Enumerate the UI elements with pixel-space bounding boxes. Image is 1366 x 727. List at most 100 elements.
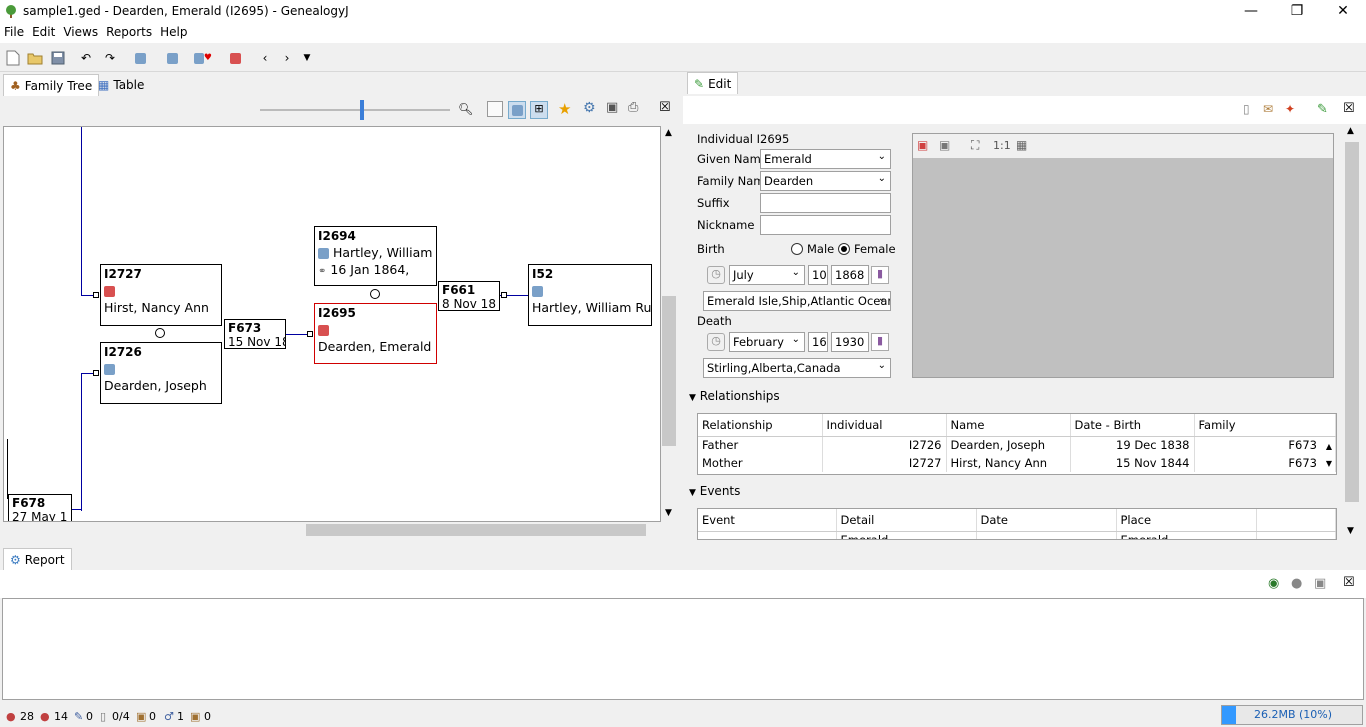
female-radio[interactable] bbox=[838, 243, 850, 255]
birth-place-field[interactable]: Emerald Isle,Ship,Atlantic Ocean ⌄ bbox=[703, 291, 891, 311]
expand-handle[interactable] bbox=[93, 370, 99, 376]
edit-source-icon[interactable]: ✦ bbox=[1285, 102, 1295, 116]
family-node-F661[interactable]: F661 8 Nov 18 bbox=[438, 281, 500, 311]
scroll-thumb[interactable] bbox=[662, 296, 676, 446]
remove-image-icon[interactable]: ▣ bbox=[939, 138, 950, 152]
relatives-icon[interactable] bbox=[226, 49, 244, 67]
chevron-down-icon[interactable]: ⌄ bbox=[878, 293, 886, 304]
events-section-header[interactable]: ▼ Events bbox=[689, 484, 740, 498]
magnifier-icon[interactable]: 🔍︎ bbox=[458, 102, 473, 116]
chevron-down-icon[interactable]: ⌄ bbox=[792, 267, 800, 278]
clock-icon[interactable]: ◷ bbox=[707, 333, 725, 351]
collapse-icon[interactable]: ▼ bbox=[689, 488, 696, 498]
death-year-field[interactable]: 1930 bbox=[831, 332, 869, 352]
column-header[interactable]: Date - Birth bbox=[1070, 414, 1195, 437]
print-icon[interactable]: ⎙ bbox=[628, 100, 638, 115]
fit-image-icon[interactable]: ⛶ bbox=[971, 138, 979, 153]
menu-help[interactable]: Help bbox=[156, 24, 191, 40]
toggle-person-icon[interactable] bbox=[508, 101, 526, 119]
expand-handle[interactable] bbox=[501, 292, 507, 298]
column-header[interactable]: Detail bbox=[836, 509, 977, 532]
relationships-table[interactable]: Relationship Individual Name Date - Birt… bbox=[697, 413, 1337, 475]
scroll-up-arrow[interactable]: ▲ bbox=[665, 128, 672, 138]
column-header[interactable]: Individual bbox=[822, 414, 947, 437]
chevron-down-icon[interactable]: ⌄ bbox=[878, 173, 886, 184]
zoom-ratio[interactable]: 1:1 bbox=[993, 139, 1011, 152]
chevron-down-icon[interactable]: ⌄ bbox=[792, 334, 800, 345]
column-header[interactable]: Place bbox=[1116, 509, 1257, 532]
edit-vertical-scrollbar[interactable]: ▲ ▼ bbox=[1341, 124, 1363, 540]
events-table[interactable]: Event Detail Date Place Birth Emerald Is… bbox=[697, 508, 1337, 540]
person-node-I2726[interactable]: I2726 Dearden, Joseph bbox=[100, 342, 222, 404]
forward-icon[interactable]: › bbox=[278, 49, 296, 67]
tab-table[interactable]: ▦ Table bbox=[92, 74, 150, 96]
table-row[interactable]: Father I2726 Dearden, Joseph 19 Dec 1838… bbox=[698, 436, 1336, 454]
close-report-icon[interactable]: ☒ bbox=[1343, 575, 1355, 590]
scroll-down-arrow[interactable]: ▼ bbox=[1347, 526, 1354, 536]
report-output[interactable] bbox=[2, 598, 1364, 700]
edit-notes-icon[interactable]: ✉ bbox=[1263, 102, 1273, 116]
column-header[interactable]: Event bbox=[698, 509, 837, 532]
death-day-field[interactable]: 16 bbox=[808, 332, 828, 352]
zoom-slider-thumb[interactable] bbox=[360, 100, 364, 120]
tab-edit[interactable]: ✎ Edit bbox=[687, 72, 739, 94]
collapse-icon[interactable]: ▼ bbox=[689, 393, 696, 403]
expand-handle[interactable] bbox=[307, 331, 313, 337]
column-header[interactable]: Relationship bbox=[698, 414, 823, 437]
person-node-I2727[interactable]: I2727 Hirst, Nancy Ann bbox=[100, 264, 222, 326]
death-month-select[interactable]: February ⌄ bbox=[729, 332, 805, 352]
menu-reports[interactable]: Reports bbox=[102, 24, 156, 40]
given-name-field[interactable]: Emerald ⌄ bbox=[760, 149, 891, 169]
star-icon[interactable]: ★ bbox=[558, 100, 571, 118]
stop-report-icon[interactable]: ● bbox=[1291, 576, 1302, 591]
history-dropdown-icon[interactable]: ▼ bbox=[298, 49, 316, 67]
family-node-F673[interactable]: F673 15 Nov 18 bbox=[224, 319, 286, 349]
column-header[interactable]: Name bbox=[946, 414, 1071, 437]
calendar-icon[interactable]: ▮ bbox=[871, 333, 889, 351]
relationships-scrollbar[interactable]: ▲ ▼ bbox=[1322, 438, 1336, 474]
zoom-slider[interactable] bbox=[260, 100, 450, 120]
image-settings-icon[interactable]: ▦ bbox=[1016, 138, 1027, 152]
family-name-field[interactable]: Dearden ⌄ bbox=[760, 171, 891, 191]
death-place-field[interactable]: Stirling,Alberta,Canada ⌄ bbox=[703, 358, 891, 378]
tab-family-tree[interactable]: ♣ Family Tree bbox=[3, 74, 100, 96]
back-icon[interactable]: ‹ bbox=[256, 49, 274, 67]
person-node-I2694[interactable]: I2694 Hartley, William ⚭ 16 Jan 1864, bbox=[314, 226, 437, 286]
save-icon[interactable] bbox=[49, 49, 67, 67]
new-note-icon[interactable]: ▯ bbox=[1243, 102, 1250, 116]
scroll-up-arrow[interactable]: ▲ bbox=[1347, 126, 1354, 136]
maximize-button[interactable]: ❐ bbox=[1274, 0, 1320, 24]
person-node-I52[interactable]: I52 Hartley, William Rus bbox=[528, 264, 652, 326]
tree-vertical-scrollbar[interactable]: ▲ ▼ bbox=[661, 126, 677, 522]
birth-month-select[interactable]: July ⌄ bbox=[729, 265, 805, 285]
add-person-icon[interactable] bbox=[131, 49, 149, 67]
menu-file[interactable]: File bbox=[0, 24, 28, 40]
camera-icon[interactable]: ▣ bbox=[606, 100, 618, 115]
male-radio[interactable] bbox=[791, 243, 803, 255]
scroll-thumb[interactable] bbox=[306, 524, 646, 536]
chevron-down-icon[interactable]: ⌄ bbox=[878, 151, 886, 162]
tab-report[interactable]: ⚙ Report bbox=[3, 548, 72, 570]
toggle-family-icon[interactable]: ⊞ bbox=[530, 101, 548, 119]
run-report-icon[interactable]: ◉ bbox=[1268, 576, 1279, 591]
commit-edit-icon[interactable]: ✎ bbox=[1317, 102, 1328, 117]
redo-icon[interactable]: ↷ bbox=[101, 49, 119, 67]
table-row[interactable]: Mother I2727 Hirst, Nancy Ann 15 Nov 184… bbox=[698, 454, 1336, 472]
memory-indicator[interactable]: 26.2MB (10%) bbox=[1221, 705, 1363, 725]
undo-icon[interactable]: ↶ bbox=[77, 49, 95, 67]
birth-day-field[interactable]: 10 bbox=[808, 265, 828, 285]
gear-icon[interactable]: ⚙ bbox=[583, 100, 596, 116]
table-row[interactable]: Birth Emerald Isle,Ship,Atlantic 10 Jul … bbox=[698, 531, 1336, 539]
add-image-icon[interactable]: ▣ bbox=[917, 138, 928, 152]
media-pane[interactable]: ▣ ▣ ⛶ 1:1 ▦ bbox=[912, 133, 1334, 378]
close-tree-view-icon[interactable]: ☒ bbox=[659, 100, 671, 115]
toggle-layout-icon[interactable] bbox=[487, 101, 503, 117]
family-node-F678[interactable]: F678 27 May 1 bbox=[8, 494, 72, 521]
nickname-field[interactable] bbox=[760, 215, 891, 235]
close-edit-icon[interactable]: ☒ bbox=[1343, 101, 1355, 116]
suffix-field[interactable] bbox=[760, 193, 891, 213]
chevron-down-icon[interactable]: ⌄ bbox=[878, 360, 886, 371]
new-file-icon[interactable] bbox=[4, 49, 22, 67]
calendar-icon[interactable]: ▮ bbox=[871, 266, 889, 284]
save-report-icon[interactable]: ▣ bbox=[1314, 576, 1326, 591]
